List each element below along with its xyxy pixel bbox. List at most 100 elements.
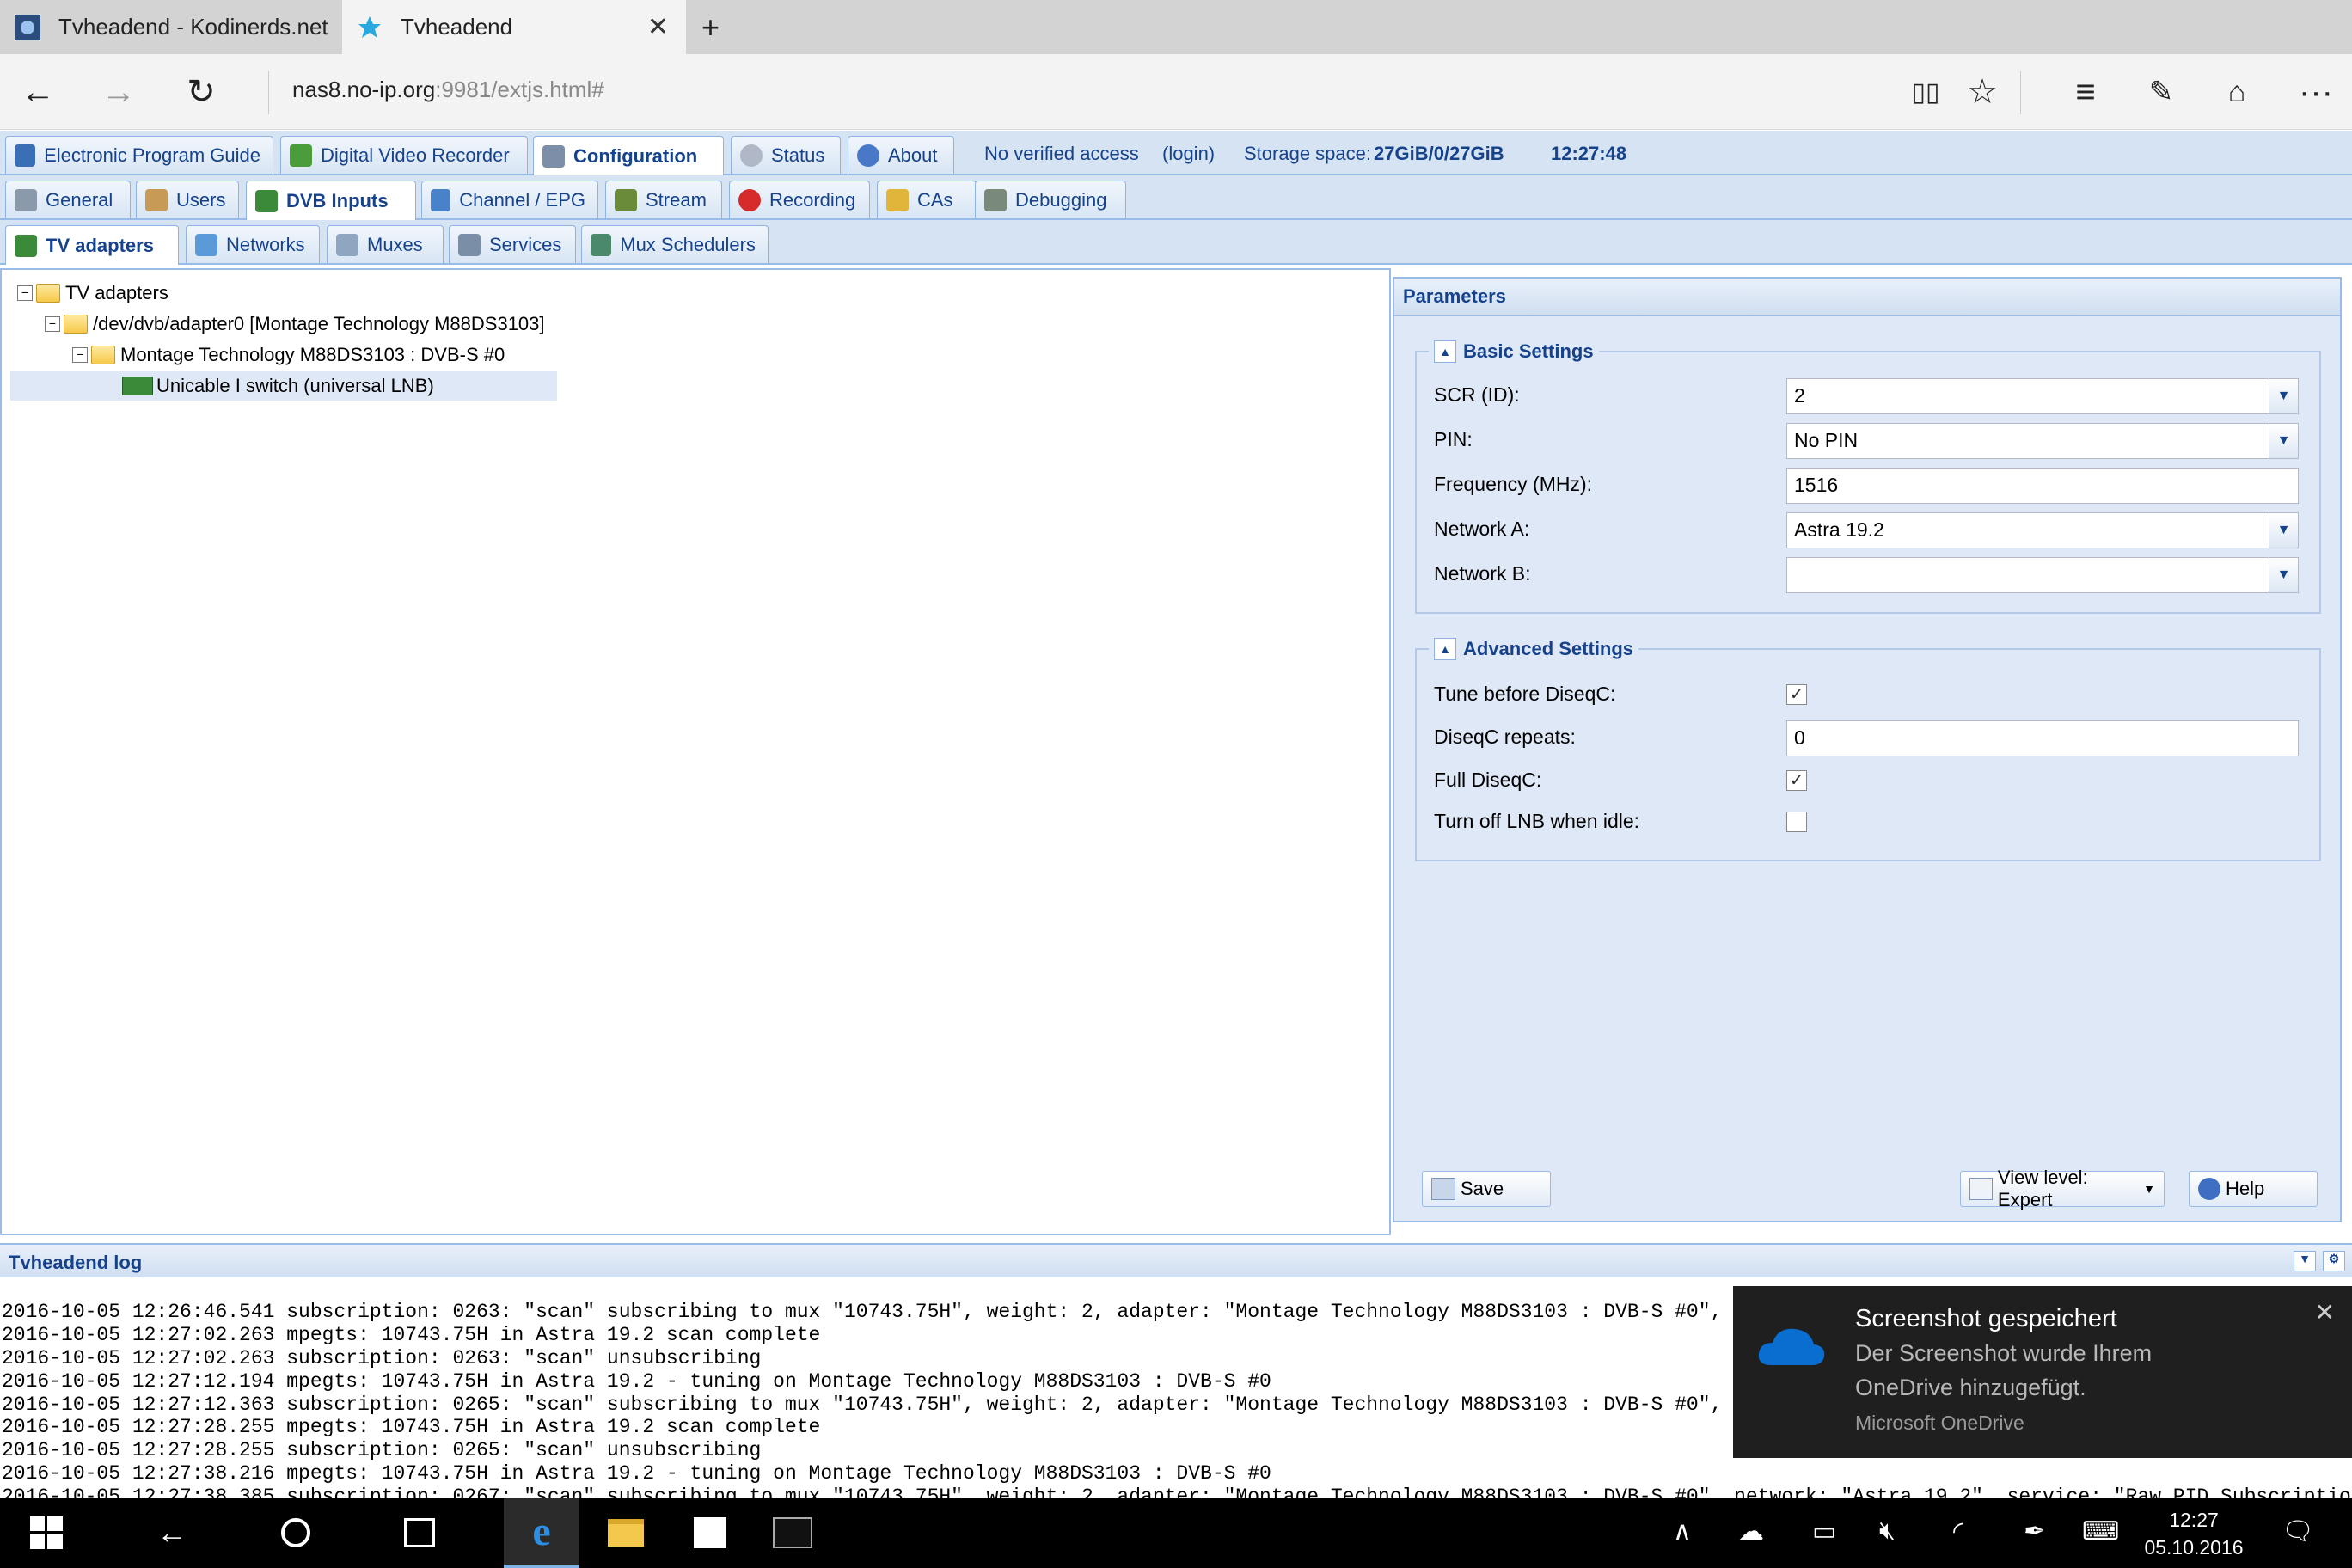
action-center-icon[interactable]: 🗨︎ — [2282, 1516, 2314, 1547]
antenna-icon — [195, 233, 217, 256]
full-diseqc-label: Full DiseqC: — [1434, 769, 1542, 791]
hub-button[interactable]: ≡ — [2060, 66, 2111, 118]
tab-status[interactable]: Status — [731, 136, 841, 174]
onedrive-toast[interactable]: Screenshot gespeichert Der Screenshot wu… — [1733, 1286, 2352, 1458]
tab-about[interactable]: About — [848, 136, 954, 174]
tab-services[interactable]: Services — [449, 225, 576, 263]
pin-combo[interactable]: No PIN ▼ — [1786, 423, 2299, 459]
arrow-left-icon: ← — [156, 1515, 187, 1550]
terminal-taskbar-button[interactable] — [755, 1498, 830, 1568]
save-button[interactable]: Save — [1422, 1171, 1551, 1207]
web-note-button[interactable]: ✎ — [2135, 66, 2187, 118]
network-a-combo[interactable]: Astra 19.2 ▼ — [1786, 512, 2299, 548]
tab-stream[interactable]: Stream — [605, 181, 722, 218]
tab-label: Channel / EPG — [459, 188, 585, 211]
keyboard-icon[interactable]: ⌨ — [2082, 1516, 2119, 1547]
task-view-button[interactable] — [382, 1498, 457, 1568]
log-line: 2016-10-05 12:27:38.385 subscription: 02… — [2, 1485, 2352, 1498]
back-button-taskbar[interactable]: ← — [134, 1498, 210, 1568]
dvr-download-icon — [290, 144, 312, 167]
wifi-icon[interactable]: ◜ — [1953, 1516, 1963, 1547]
scr-combo[interactable]: 2 ▼ — [1786, 378, 2299, 414]
explorer-taskbar-button[interactable] — [588, 1498, 664, 1568]
full-diseqc-checkbox[interactable]: ✓ — [1786, 770, 1807, 791]
start-button[interactable] — [9, 1498, 84, 1568]
tab-general[interactable]: General — [5, 181, 131, 218]
tree-node-adapter[interactable]: − /dev/dvb/adapter0 [Montage Technology M… — [45, 309, 545, 339]
frequency-field[interactable]: 1516 — [1786, 468, 2299, 504]
chevron-down-icon[interactable]: ▼ — [2269, 424, 2298, 458]
tree-node-lnb[interactable]: Unicable I switch (universal LNB) — [10, 371, 557, 401]
tab-mux-schedulers[interactable]: Mux Schedulers — [581, 225, 769, 263]
tvheadend-favicon-icon — [356, 14, 383, 41]
tab-debugging[interactable]: Debugging — [975, 181, 1126, 218]
help-label: Help — [2226, 1178, 2265, 1199]
tab-muxes[interactable]: Muxes — [327, 225, 444, 263]
tab-cas[interactable]: CAs — [877, 181, 977, 218]
tab-recording[interactable]: Recording — [729, 181, 870, 218]
tab-dvr[interactable]: Digital Video Recorder — [280, 136, 528, 174]
volume-muted-icon[interactable]: 🔇︎ — [1879, 1516, 1896, 1546]
chevron-down-icon[interactable]: ▼ — [2269, 558, 2298, 592]
onedrive-tray-icon[interactable]: ☁ — [1738, 1516, 1764, 1547]
chevron-down-icon[interactable]: ▼ — [2269, 513, 2298, 548]
battery-icon[interactable]: ▭ — [1812, 1516, 1836, 1547]
help-button[interactable]: Help — [2189, 1171, 2318, 1207]
url-field[interactable]: nas8.no-ip.org:9981/extjs.html# — [292, 77, 604, 103]
browser-tab-tvheadend[interactable]: Tvheadend ✕ — [342, 0, 686, 54]
log-header: Tvheadend log ▼ ⚙ — [0, 1243, 2352, 1277]
pen-icon[interactable]: ✒ — [2024, 1516, 2045, 1547]
toast-body: Der Screenshot wurde Ihrem OneDrive hinz… — [1855, 1340, 2153, 1400]
storage-label: Storage space: — [1244, 143, 1371, 164]
show-hidden-icons-icon[interactable]: ∧ — [1673, 1516, 1692, 1547]
gear-icon[interactable]: ⚙ — [2323, 1251, 2345, 1271]
tab-dvb-inputs[interactable]: DVB Inputs — [246, 181, 416, 220]
collapse-toggle-icon[interactable]: − — [45, 316, 60, 332]
tab-networks[interactable]: Networks — [186, 225, 320, 263]
collapse-toggle-icon[interactable]: − — [72, 347, 88, 363]
tab-configuration[interactable]: Configuration — [533, 136, 724, 175]
store-taskbar-button[interactable] — [672, 1498, 748, 1568]
collapse-up-icon[interactable]: ▲ — [1434, 340, 1456, 363]
network-b-combo[interactable]: ▼ — [1786, 557, 2299, 593]
tv-card-icon — [255, 189, 278, 212]
forward-button[interactable]: → — [93, 66, 144, 118]
legend-label: Basic Settings — [1463, 340, 1594, 362]
tree-node-root[interactable]: − TV adapters — [17, 279, 168, 308]
tab-epg[interactable]: Electronic Program Guide — [5, 136, 273, 174]
view-level-button[interactable]: View level: Expert ▼ — [1960, 1167, 2165, 1210]
tab-channel-epg[interactable]: Channel / EPG — [421, 181, 598, 218]
more-button[interactable]: ··· — [2290, 66, 2342, 118]
reading-view-button[interactable]: ▯▯ — [1900, 66, 1951, 118]
close-tab-icon[interactable]: ✕ — [647, 12, 669, 42]
favorite-button[interactable]: ☆ — [1957, 66, 2008, 118]
new-tab-button[interactable]: + — [688, 0, 743, 54]
tab-label: DVB Inputs — [286, 189, 389, 211]
browser-tab-kodinerds[interactable]: Tvheadend - Kodinerds.net — [0, 0, 342, 54]
tab-label: Configuration — [573, 144, 698, 167]
clock[interactable]: 12:27 05.10.2016 — [2137, 1506, 2251, 1561]
tree-node-label: TV adapters — [65, 282, 168, 303]
close-icon[interactable]: ✕ — [2315, 1298, 2335, 1326]
url-path: :9981/extjs.html# — [435, 77, 604, 102]
turn-off-lnb-checkbox[interactable] — [1786, 812, 1807, 832]
tune-before-diseqc-checkbox[interactable]: ✓ — [1786, 684, 1807, 705]
hub-icon: ≡ — [2075, 72, 2096, 111]
chevron-down-icon[interactable]: ▼ — [2269, 379, 2298, 413]
browser-tab-title: Tvheadend — [401, 14, 513, 40]
cortana-button[interactable] — [258, 1498, 334, 1568]
collapse-toggle-icon[interactable]: − — [17, 285, 33, 301]
edge-taskbar-button[interactable]: e — [504, 1498, 579, 1568]
share-button[interactable]: ⌂ — [2211, 66, 2263, 118]
tab-tv-adapters[interactable]: TV adapters — [5, 225, 179, 265]
refresh-button[interactable]: ↻ — [175, 66, 227, 118]
login-link[interactable]: (login) — [1162, 143, 1215, 165]
rec-icon — [738, 188, 761, 211]
tree-node-frontend[interactable]: − Montage Technology M88DS3103 : DVB-S #0 — [72, 340, 505, 370]
pin-value: No PIN — [1794, 429, 1859, 451]
tab-users[interactable]: Users — [136, 181, 239, 218]
diseqc-repeats-field[interactable]: 0 — [1786, 720, 2299, 756]
collapse-up-icon[interactable]: ▲ — [1434, 638, 1456, 660]
back-button[interactable]: ← — [12, 66, 64, 118]
collapse-down-icon[interactable]: ▼ — [2294, 1251, 2316, 1271]
